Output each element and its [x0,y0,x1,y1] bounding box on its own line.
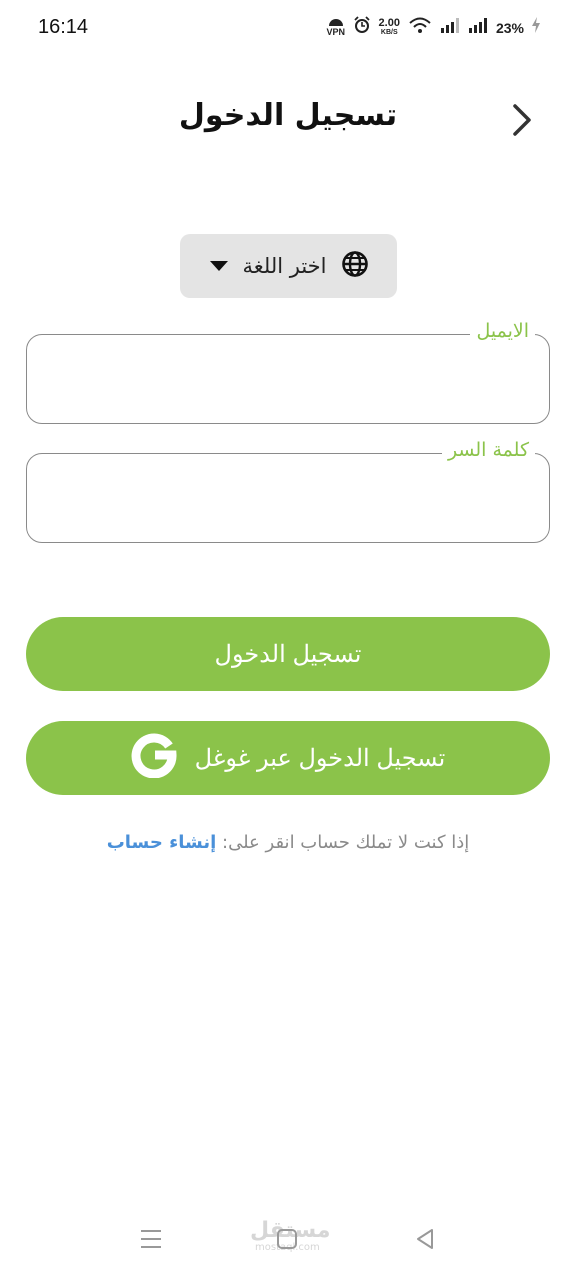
caret-down-icon [209,257,229,276]
language-selector[interactable]: اختر اللغة [180,234,397,298]
signup-prompt: إذا كنت لا تملك حساب انقر على: [222,832,470,853]
charging-icon [532,17,540,38]
signal-icon-1 [440,17,460,38]
back-nav-button[interactable] [410,1224,440,1254]
google-login-button[interactable]: تسجيل الدخول عبر غوغل [26,721,550,795]
back-button[interactable] [505,100,539,140]
globe-icon [341,250,369,282]
vpn-icon: VPN [327,18,345,37]
page-title: تسجيل الدخول [178,98,398,133]
google-g-icon [131,732,177,785]
login-button-label: تسجيل الدخول [214,640,362,668]
chevron-right-icon [513,104,531,136]
create-account-link[interactable]: إنشاء حساب [107,832,217,853]
email-field: الايميل [26,320,550,424]
google-login-label: تسجيل الدخول عبر غوغل [194,744,446,772]
email-input[interactable] [43,355,533,403]
status-icons: VPN 2.00 KB/S 23% [327,16,540,39]
login-button[interactable]: تسجيل الدخول [26,617,550,691]
signup-line: إذا كنت لا تملك حساب انقر على: إنشاء حسا… [0,832,576,853]
network-speed: 2.00 KB/S [378,16,400,36]
language-label: اختر اللغة [242,254,327,278]
triangle-back-icon [417,1229,433,1249]
wifi-icon [408,16,432,39]
alarm-icon [353,16,371,39]
square-home-icon [277,1229,297,1249]
home-button[interactable] [272,1224,302,1254]
status-time: 16:14 [38,16,89,38]
password-label: كلمة السر [441,439,535,461]
status-bar: 16:14 VPN 2.00 KB/S 23% [0,0,576,56]
signal-icon-2 [468,17,488,38]
recents-button[interactable] [136,1224,166,1254]
password-field: كلمة السر [26,439,550,543]
app-header: تسجيل الدخول [0,90,576,150]
email-label: الايميل [470,320,535,342]
password-input[interactable] [43,474,533,522]
system-nav-bar: مستقل mostaql.com [0,1210,576,1270]
battery-level: 23% [495,19,524,36]
menu-icon [141,1230,161,1248]
